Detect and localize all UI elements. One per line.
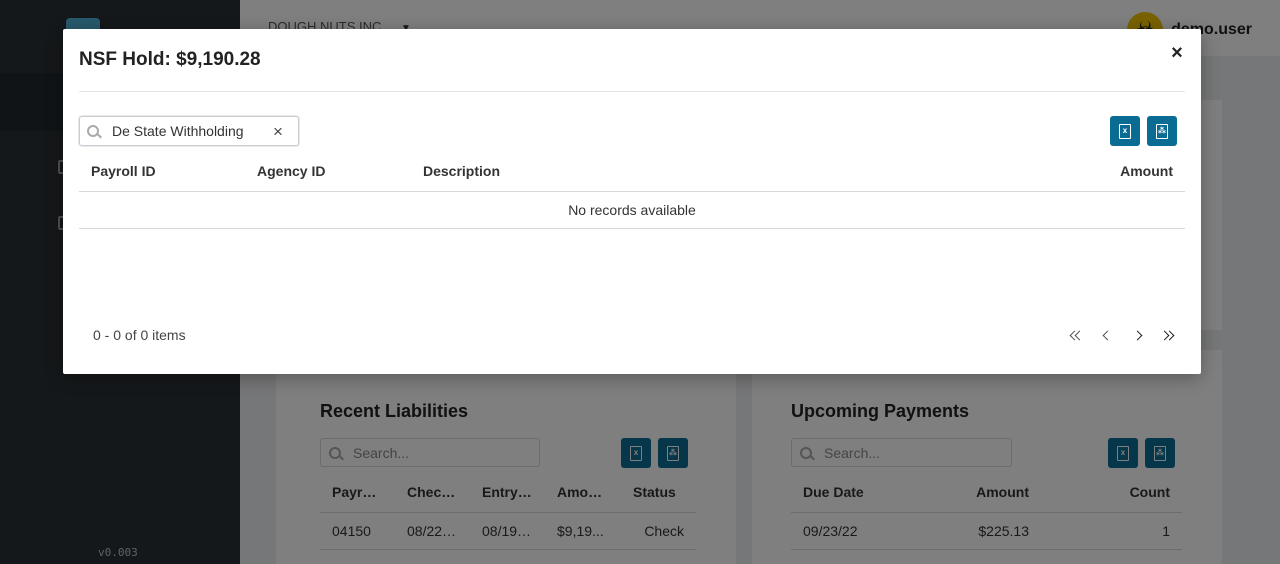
dialog-title: NSF Hold: $9,190.28: [79, 49, 261, 70]
pager-info: 0 - 0 of 0 items: [93, 327, 186, 343]
last-page-icon[interactable]: [1157, 325, 1177, 345]
column-header-agency-id[interactable]: Agency ID: [245, 152, 411, 192]
nsf-hold-table: Payroll ID Agency ID Description Amount …: [79, 152, 1185, 229]
pager: [1067, 325, 1177, 345]
search-icon: [87, 125, 99, 137]
nsf-hold-dialog: NSF Hold: $9,190.28 × × x ⁂ Payroll ID A…: [63, 29, 1201, 374]
file-excel-icon: x: [1119, 123, 1131, 139]
column-header-description[interactable]: Description: [411, 152, 1045, 192]
previous-page-icon[interactable]: [1097, 325, 1117, 345]
empty-message: No records available: [79, 191, 1185, 229]
export-pdf-button[interactable]: ⁂: [1147, 116, 1177, 146]
column-header-payroll-id[interactable]: Payroll ID: [79, 152, 245, 192]
dialog-divider: [79, 91, 1185, 92]
dialog-search-input[interactable]: [112, 123, 267, 139]
column-header-amount[interactable]: Amount: [1045, 152, 1185, 192]
next-page-icon[interactable]: [1127, 325, 1147, 345]
file-pdf-icon: ⁂: [1156, 123, 1168, 139]
close-icon[interactable]: ×: [1167, 43, 1187, 63]
first-page-icon[interactable]: [1067, 325, 1087, 345]
dialog-search-box: ×: [79, 116, 299, 146]
table-row: No records available: [79, 191, 1185, 229]
export-excel-button[interactable]: x: [1110, 116, 1140, 146]
clear-icon[interactable]: ×: [273, 123, 283, 140]
